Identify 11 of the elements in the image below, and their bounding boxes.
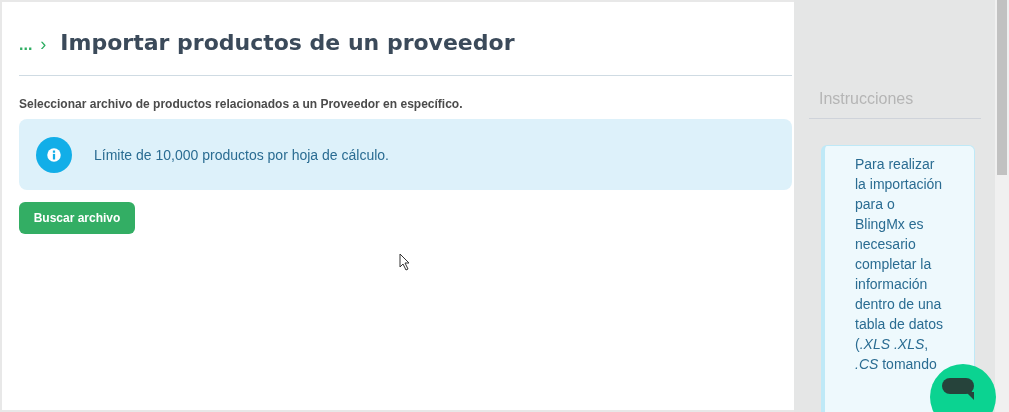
scrollbar[interactable] [995, 0, 1009, 412]
page-title: Importar productos de un proveedor [60, 30, 515, 55]
subtitle-text: Seleccionar archivo de productos relacionados a un Proveedor en específico. [19, 97, 464, 111]
info-icon [36, 136, 72, 173]
breadcrumb-link[interactable]: ... [19, 36, 33, 54]
browse-file-button[interactable]: Buscar archivo [19, 202, 135, 234]
breadcrumb-separator: › [40, 34, 47, 55]
instructions-text: Para realizar la importación para o BlingMx es necesario completar la información dentro de una tabla de datos (.XLS .XLS, .CS tomando [855, 155, 944, 374]
scrollbar-thumb[interactable] [997, 0, 1007, 175]
mouse-pointer-icon [399, 253, 411, 271]
alert-text: Límite de 10,000 productos por hoja de cálculo. [94, 146, 389, 163]
